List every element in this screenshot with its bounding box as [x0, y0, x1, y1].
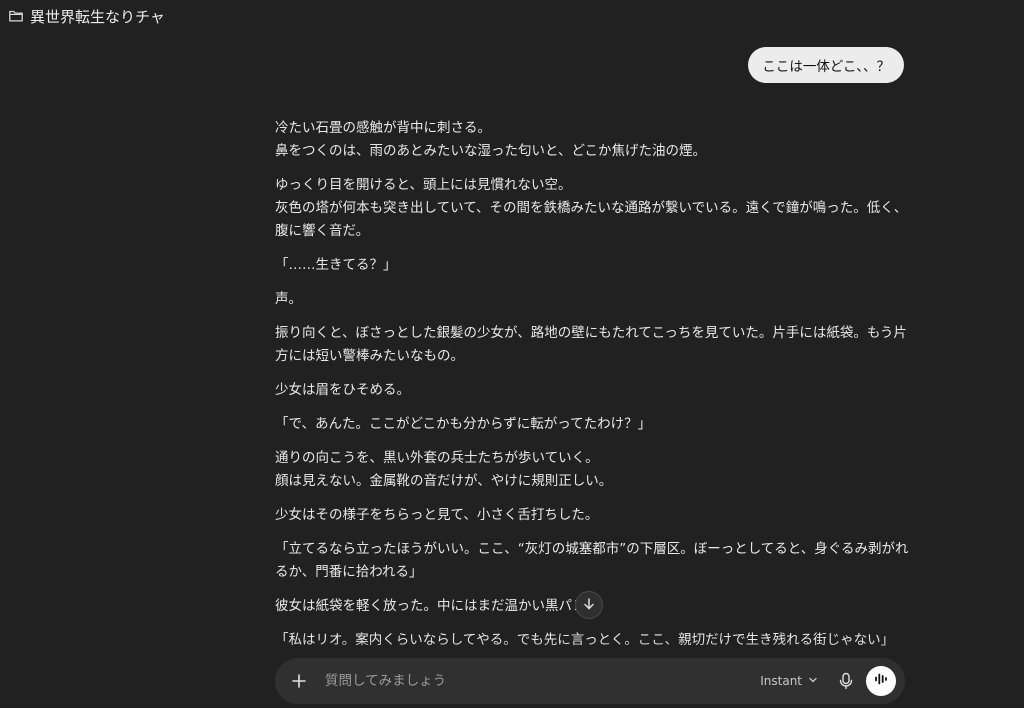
assistant-paragraph: 少女は眉をひそめる。	[275, 382, 410, 398]
project-header[interactable]: 異世界転生なりチャ	[0, 0, 408, 32]
assistant-paragraph: 通りの向こうを、黒い外套の兵士たちが歩いていく。 顔は見えない。金属靴の音だけが…	[275, 450, 613, 489]
user-message-text: ここは一体どこ、、？	[762, 59, 890, 75]
assistant-paragraph: 「で、あんた。ここがどこかも分からずに転がってたわけ？」	[275, 416, 652, 432]
message-composer: Instant	[275, 658, 905, 704]
assistant-paragraph: 声。	[275, 291, 302, 307]
voice-mode-button[interactable]	[866, 666, 896, 696]
chat-page: 異世界転生なりチャ ここは一体どこ、、？ 冷たい石畳の感触が背中に刺さる。 鼻を…	[0, 0, 1024, 708]
voice-mode-icon	[873, 671, 889, 691]
assistant-paragraph: 冷たい石畳の感触が背中に刺さる。 鼻をつくのは、雨のあとみたいな湿った匂いと、ど…	[275, 120, 707, 159]
chevron-down-icon	[808, 674, 818, 688]
assistant-paragraph: 振り向くと、ぼさっとした銀髪の少女が、路地の壁にもたれてこっちを見ていた。片手に…	[275, 325, 907, 364]
assistant-paragraph: 「……生きてる？」	[275, 257, 397, 273]
message-input[interactable]	[323, 672, 761, 690]
model-selector[interactable]: Instant	[760, 674, 818, 688]
assistant-message: 冷たい石畳の感触が背中に刺さる。 鼻をつくのは、雨のあとみたいな湿った匂いと、ど…	[275, 117, 911, 663]
assistant-paragraph: 少女はその様子をちらっと見て、小さく舌打ちした。	[275, 507, 599, 523]
project-title: 異世界転生なりチャ	[30, 7, 165, 26]
folder-icon	[8, 8, 24, 24]
arrow-down-icon	[582, 596, 596, 615]
assistant-paragraph: ゆっくり目を開けると、頭上には見慣れない空。 灰色の塔が何本も突き出していて、そ…	[275, 177, 908, 239]
microphone-icon[interactable]	[836, 671, 856, 691]
plus-icon[interactable]	[289, 671, 309, 691]
scroll-to-bottom-button[interactable]	[575, 591, 603, 619]
user-message-bubble: ここは一体どこ、、？	[748, 47, 904, 83]
assistant-paragraph: 「立てるなら立ったほうがいい。ここ、“灰灯の城塞都市”の下層区。ぼーっとしてると…	[275, 541, 909, 580]
model-label: Instant	[760, 674, 802, 688]
